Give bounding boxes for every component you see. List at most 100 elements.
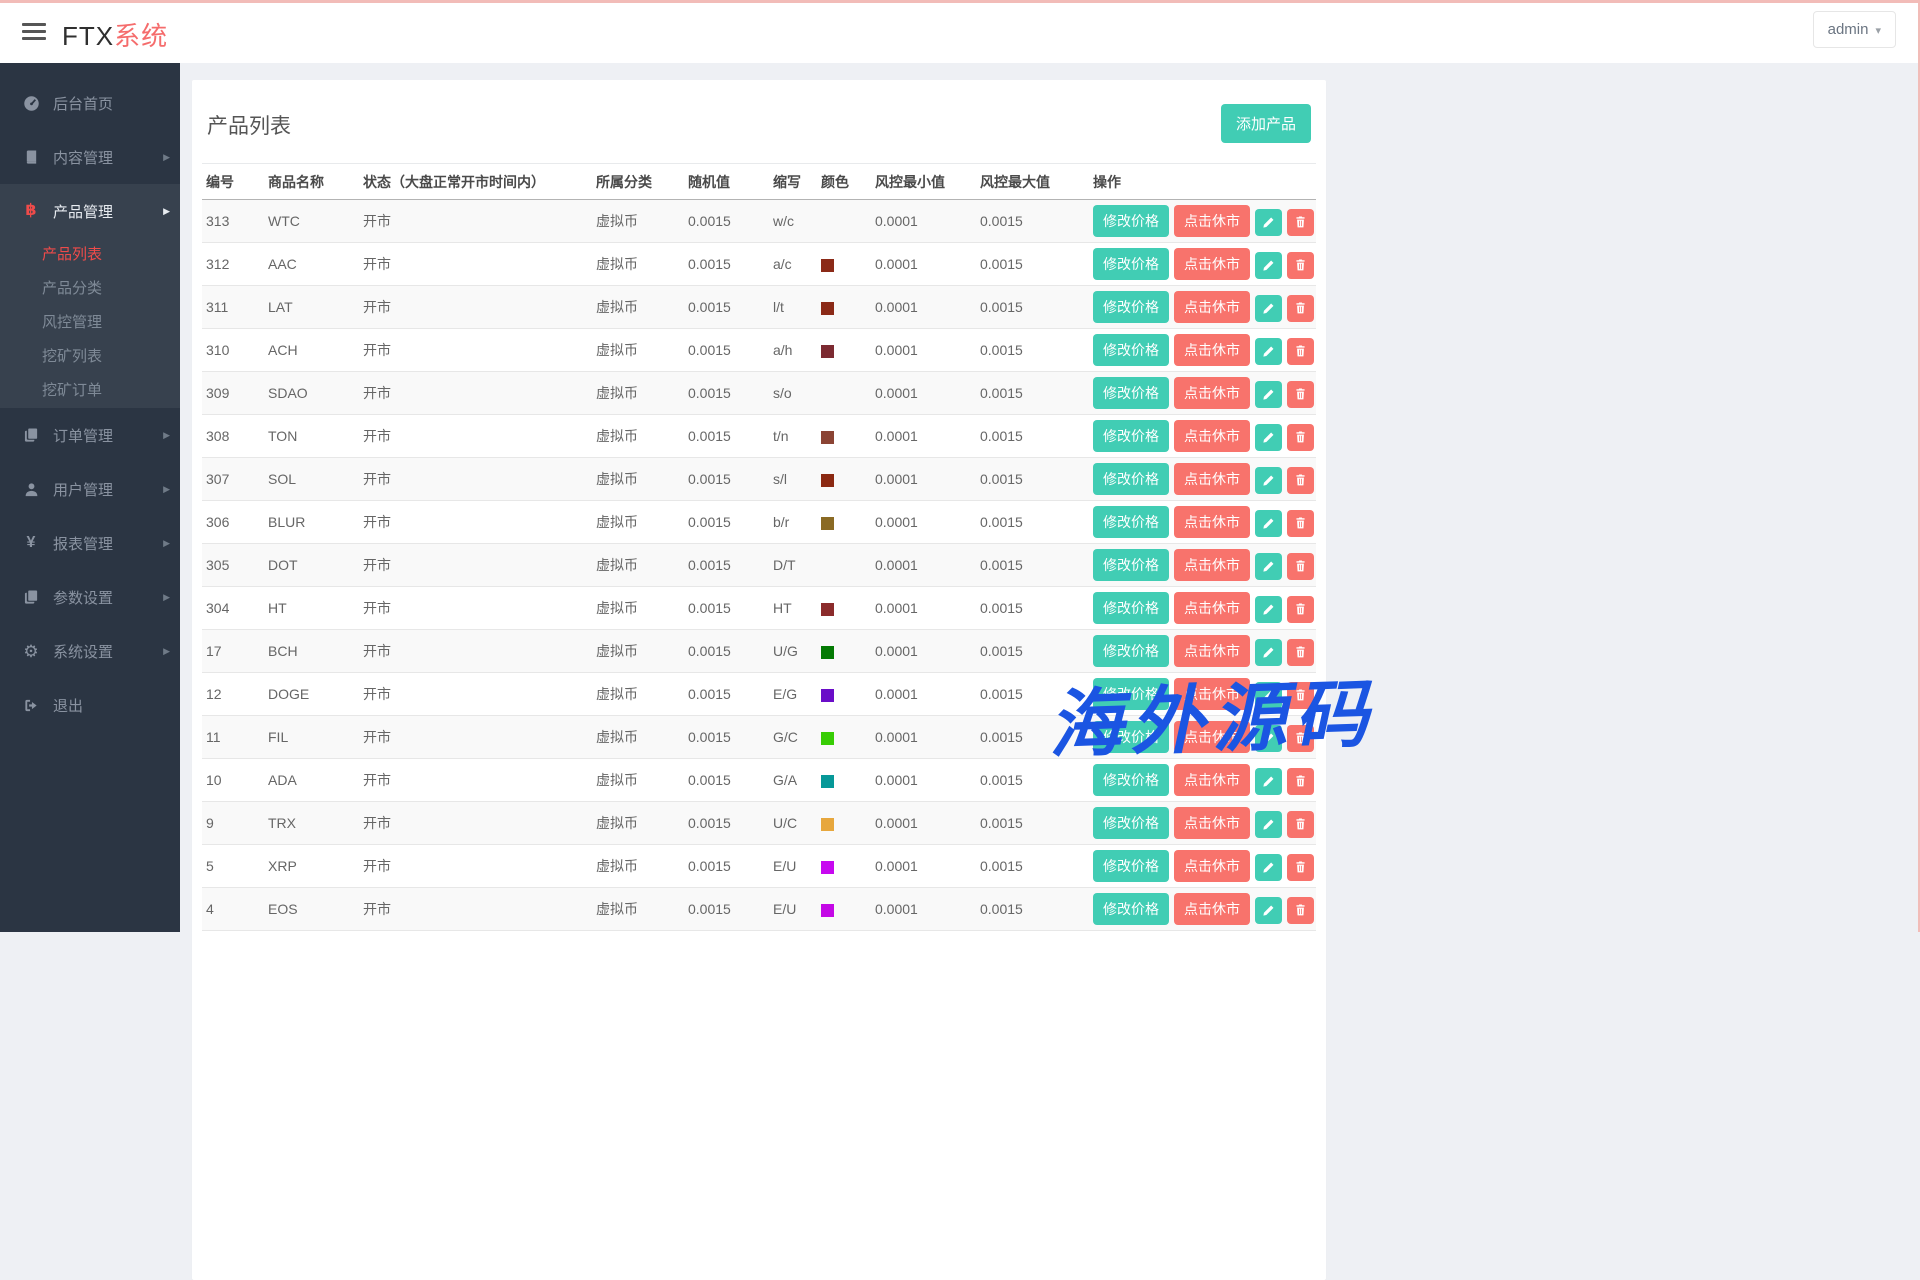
modify-price-button[interactable]: 修改价格 <box>1093 248 1169 280</box>
delete-button[interactable] <box>1287 682 1314 709</box>
edit-button[interactable] <box>1255 725 1282 752</box>
edit-button[interactable] <box>1255 381 1282 408</box>
market-close-button[interactable]: 点击休市 <box>1174 635 1250 667</box>
modify-price-button[interactable]: 修改价格 <box>1093 377 1169 409</box>
table-row: 310ACH开市虚拟币0.0015a/h0.00010.0015修改价格点击休市 <box>202 329 1316 372</box>
sidebar-item-users[interactable]: 用户管理▶ <box>0 462 180 516</box>
delete-button[interactable] <box>1287 295 1314 322</box>
market-close-button[interactable]: 点击休市 <box>1174 549 1250 581</box>
sidebar-subitem-product-list[interactable]: 产品列表 <box>0 238 180 272</box>
modify-price-button[interactable]: 修改价格 <box>1093 205 1169 237</box>
delete-button[interactable] <box>1287 252 1314 279</box>
edit-button[interactable] <box>1255 424 1282 451</box>
delete-button[interactable] <box>1287 639 1314 666</box>
delete-button[interactable] <box>1287 596 1314 623</box>
modify-price-button[interactable]: 修改价格 <box>1093 549 1169 581</box>
modify-price-button[interactable]: 修改价格 <box>1093 893 1169 925</box>
pencil-icon <box>1262 904 1275 917</box>
market-close-button[interactable]: 点击休市 <box>1174 678 1250 710</box>
cell-color <box>817 501 871 544</box>
user-dropdown[interactable]: admin▾ <box>1813 11 1896 48</box>
sidebar-subitem-mining-list[interactable]: 挖矿列表 <box>0 340 180 374</box>
cell-actions: 修改价格点击休市 <box>1089 587 1316 630</box>
add-product-button[interactable]: 添加产品 <box>1221 104 1311 143</box>
sidebar-item-orders[interactable]: 订单管理▶ <box>0 408 180 462</box>
edit-button[interactable] <box>1255 252 1282 279</box>
modify-price-button[interactable]: 修改价格 <box>1093 850 1169 882</box>
cell-random: 0.0015 <box>684 286 769 329</box>
sidebar-item-products[interactable]: ฿产品管理▶ <box>0 184 180 238</box>
cell-abbr: E/G <box>769 673 817 716</box>
market-close-button[interactable]: 点击休市 <box>1174 420 1250 452</box>
modify-price-button[interactable]: 修改价格 <box>1093 291 1169 323</box>
sidebar-item-content[interactable]: 内容管理▶ <box>0 130 180 184</box>
cell-abbr: G/C <box>769 716 817 759</box>
sidebar-item-system[interactable]: ⚙系统设置▶ <box>0 624 180 678</box>
sidebar-item-params[interactable]: 参数设置▶ <box>0 570 180 624</box>
pencil-icon <box>1262 689 1275 702</box>
edit-button[interactable] <box>1255 768 1282 795</box>
delete-button[interactable] <box>1287 725 1314 752</box>
sidebar-subitem-product-category[interactable]: 产品分类 <box>0 272 180 306</box>
modify-price-button[interactable]: 修改价格 <box>1093 506 1169 538</box>
market-close-button[interactable]: 点击休市 <box>1174 506 1250 538</box>
delete-button[interactable] <box>1287 811 1314 838</box>
market-close-button[interactable]: 点击休市 <box>1174 592 1250 624</box>
edit-button[interactable] <box>1255 338 1282 365</box>
delete-button[interactable] <box>1287 338 1314 365</box>
trash-icon <box>1294 860 1307 874</box>
modify-price-button[interactable]: 修改价格 <box>1093 635 1169 667</box>
edit-button[interactable] <box>1255 467 1282 494</box>
modify-price-button[interactable]: 修改价格 <box>1093 334 1169 366</box>
delete-button[interactable] <box>1287 768 1314 795</box>
trash-icon <box>1294 559 1307 573</box>
edit-button[interactable] <box>1255 854 1282 881</box>
modify-price-button[interactable]: 修改价格 <box>1093 807 1169 839</box>
edit-button[interactable] <box>1255 295 1282 322</box>
sidebar-subitem-mining-orders[interactable]: 挖矿订单 <box>0 374 180 408</box>
delete-button[interactable] <box>1287 854 1314 881</box>
chevron-right-icon: ▶ <box>163 430 170 441</box>
modify-price-button[interactable]: 修改价格 <box>1093 420 1169 452</box>
edit-button[interactable] <box>1255 209 1282 236</box>
cell-abbr: G/A <box>769 759 817 802</box>
sidebar-item-logout[interactable]: 退出 <box>0 678 180 732</box>
market-close-button[interactable]: 点击休市 <box>1174 807 1250 839</box>
edit-button[interactable] <box>1255 553 1282 580</box>
delete-button[interactable] <box>1287 553 1314 580</box>
edit-button[interactable] <box>1255 639 1282 666</box>
sidebar-item-label: 后台首页 <box>53 93 113 114</box>
cell-actions: 修改价格点击休市 <box>1089 329 1316 372</box>
modify-price-button[interactable]: 修改价格 <box>1093 463 1169 495</box>
market-close-button[interactable]: 点击休市 <box>1174 893 1250 925</box>
market-close-button[interactable]: 点击休市 <box>1174 248 1250 280</box>
sidebar-item-reports[interactable]: ¥报表管理▶ <box>0 516 180 570</box>
hamburger-menu-icon[interactable] <box>22 23 46 43</box>
delete-button[interactable] <box>1287 381 1314 408</box>
market-close-button[interactable]: 点击休市 <box>1174 334 1250 366</box>
edit-button[interactable] <box>1255 596 1282 623</box>
cell-id: 9 <box>202 802 264 845</box>
sidebar-item-dashboard[interactable]: 后台首页 <box>0 76 180 130</box>
edit-button[interactable] <box>1255 510 1282 537</box>
market-close-button[interactable]: 点击休市 <box>1174 377 1250 409</box>
delete-button[interactable] <box>1287 510 1314 537</box>
market-close-button[interactable]: 点击休市 <box>1174 463 1250 495</box>
market-close-button[interactable]: 点击休市 <box>1174 291 1250 323</box>
market-close-button[interactable]: 点击休市 <box>1174 764 1250 796</box>
market-close-button[interactable]: 点击休市 <box>1174 850 1250 882</box>
market-close-button[interactable]: 点击休市 <box>1174 721 1250 753</box>
modify-price-button[interactable]: 修改价格 <box>1093 592 1169 624</box>
sidebar-subitem-risk-control[interactable]: 风控管理 <box>0 306 180 340</box>
edit-button[interactable] <box>1255 682 1282 709</box>
edit-button[interactable] <box>1255 811 1282 838</box>
modify-price-button[interactable]: 修改价格 <box>1093 721 1169 753</box>
modify-price-button[interactable]: 修改价格 <box>1093 764 1169 796</box>
market-close-button[interactable]: 点击休市 <box>1174 205 1250 237</box>
delete-button[interactable] <box>1287 467 1314 494</box>
edit-button[interactable] <box>1255 897 1282 924</box>
delete-button[interactable] <box>1287 897 1314 924</box>
delete-button[interactable] <box>1287 424 1314 451</box>
delete-button[interactable] <box>1287 209 1314 236</box>
modify-price-button[interactable]: 修改价格 <box>1093 678 1169 710</box>
